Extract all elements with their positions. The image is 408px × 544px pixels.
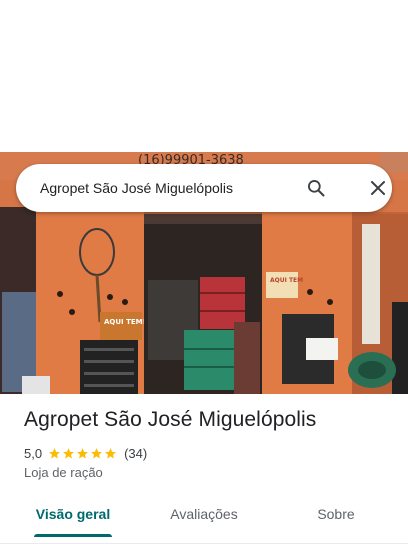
close-button[interactable] — [366, 176, 390, 200]
poster-sign: AQUI TEM — [270, 277, 303, 284]
star-icon — [77, 447, 88, 458]
star-icon — [105, 447, 116, 458]
search-icon — [308, 180, 325, 197]
rating-row[interactable]: 5,0 (34) — [24, 444, 147, 462]
tab-about[interactable]: Sobre — [300, 496, 372, 532]
active-tab-indicator — [34, 534, 112, 537]
place-category[interactable]: Loja de ração — [24, 465, 103, 480]
review-count[interactable]: (34) — [124, 446, 147, 461]
wall-sign: AQUI TEM! — [104, 318, 146, 326]
star-icon — [49, 447, 60, 458]
star-icon — [91, 447, 102, 458]
place-title: Agropet São José Miguelópolis — [24, 408, 317, 431]
search-input[interactable]: Agropet São José Miguelópolis — [40, 164, 233, 212]
close-icon — [371, 181, 385, 195]
rating-value: 5,0 — [24, 445, 43, 461]
search-bar[interactable]: Agropet São José Miguelópolis — [16, 164, 392, 212]
tab-overview[interactable]: Visão geral — [24, 496, 122, 532]
tab-bar: Visão geral Avaliações Sobre — [0, 496, 408, 544]
star-icon — [63, 447, 74, 458]
tab-reviews[interactable]: Avaliações — [154, 496, 254, 532]
search-button[interactable] — [302, 174, 330, 202]
star-rating — [48, 447, 118, 460]
